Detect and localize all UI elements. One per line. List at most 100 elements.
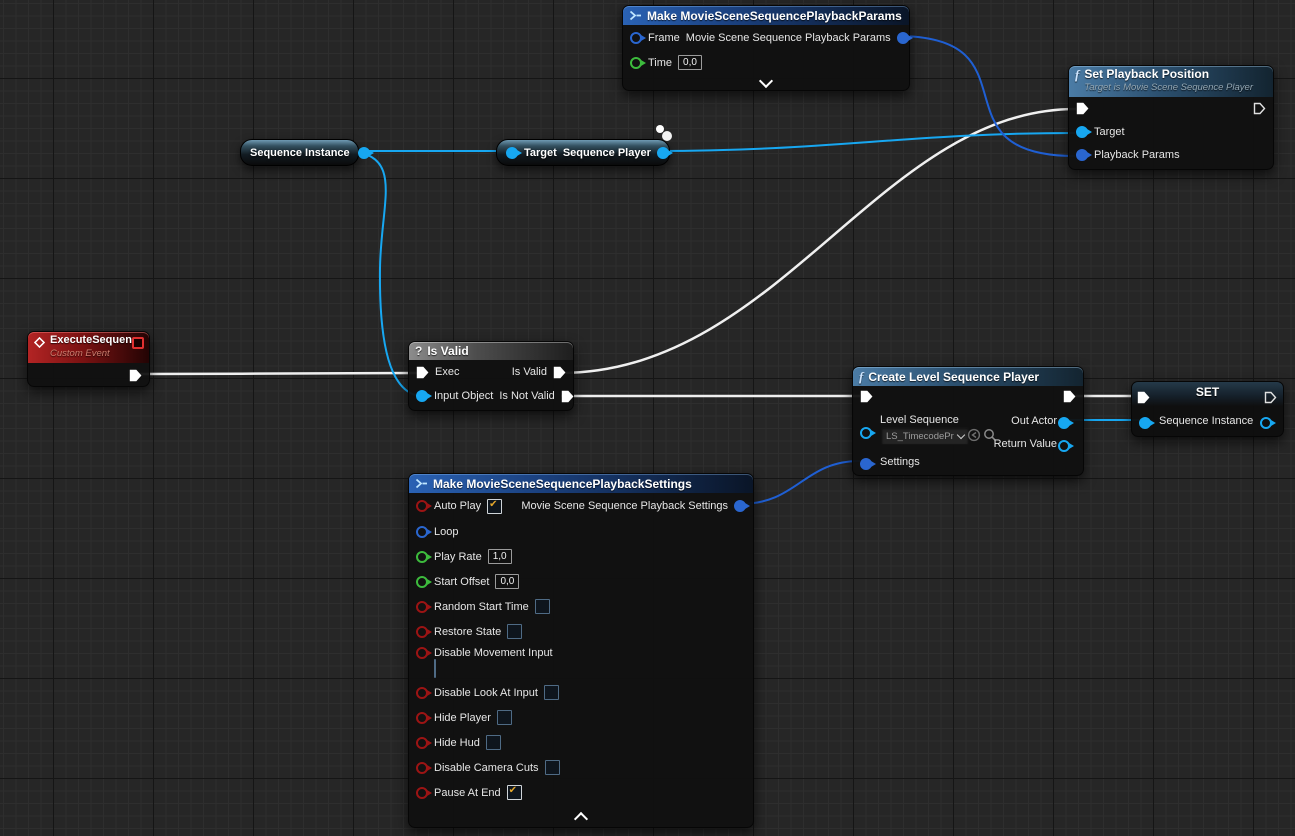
pin-exec-in[interactable] [1137,391,1150,404]
event-bind-icon[interactable] [132,337,144,349]
node-subtitle: Target is Movie Scene Sequence Player [1084,81,1253,94]
auto-play-checkbox[interactable] [487,499,502,514]
level-sequence-dropdown[interactable]: LS_TimecodePr [881,427,969,445]
pin-hide-hud-label: Hide Hud [434,737,480,749]
node-create-level-sequence-player[interactable]: f Create Level Sequence Player Level Seq… [852,366,1084,476]
pin-settings-label: Settings [880,456,920,468]
expand-node-button[interactable] [623,75,909,90]
function-icon: f [859,370,863,383]
node-header[interactable]: Make MovieSceneSequencePlaybackParams [623,6,909,25]
node-set-playback-position[interactable]: f Set Playback Position Target is Movie … [1068,65,1274,170]
pin-pause-at-end-label: Pause At End [434,787,501,799]
pin-is-not-valid-out[interactable] [561,390,574,403]
pin-disable-movement-input[interactable] [416,647,428,659]
node-header[interactable]: Make MovieSceneSequencePlaybackSettings [409,474,753,493]
pin-loop[interactable] [416,526,428,538]
pin-sequence-instance-out[interactable] [358,147,370,159]
pin-frame-label: Frame [648,32,680,44]
pin-hide-hud[interactable] [416,737,428,749]
level-sequence-value: LS_TimecodePr [886,431,954,442]
pin-exec-in[interactable] [416,366,429,379]
play-rate-input[interactable]: 1,0 [488,549,512,564]
node-title: Is Valid [427,344,468,358]
pin-level-sequence[interactable] [860,427,872,439]
node-header[interactable]: ? Is Valid [409,342,573,360]
node-set-sequence-instance[interactable]: SET Sequence Instance [1131,381,1284,437]
node-title: Make MovieSceneSequencePlaybackParams [647,9,902,23]
pin-pause-at-end[interactable] [416,787,428,799]
pin-out-actor[interactable] [1058,417,1070,429]
pin-random-start-time[interactable] [416,601,428,613]
restore-state-checkbox[interactable] [507,624,522,639]
pin-start-offset[interactable] [416,576,428,588]
pin-disable-camera-cuts[interactable] [416,762,428,774]
pin-disable-movement-input-label: Disable Movement Input [434,647,553,659]
pin-hide-player[interactable] [416,712,428,724]
pin-target[interactable] [1076,126,1088,138]
pin-settings[interactable] [860,458,872,470]
disable-look-at-input-checkbox[interactable] [544,685,559,700]
custom-event-icon [34,337,45,348]
node-execute-sequence-event[interactable]: ExecuteSequence Custom Event [27,331,150,387]
pin-exec-out[interactable] [1253,102,1266,115]
function-icon: f [1075,68,1079,81]
hide-hud-checkbox[interactable] [486,735,501,750]
hide-player-checkbox[interactable] [497,710,512,725]
wire-struct-playbacksettings[interactable] [740,461,860,504]
pin-settings-out[interactable] [734,500,746,512]
pin-play-rate-label: Play Rate [434,551,482,563]
use-selected-asset-icon[interactable] [967,428,981,442]
pin-settings-out-label: Movie Scene Sequence Playback Settings [521,500,728,512]
pin-out-label: Sequence Player [563,147,651,159]
pin-play-rate[interactable] [416,551,428,563]
disable-camera-cuts-checkbox[interactable] [545,760,560,775]
pin-restore-state[interactable] [416,626,428,638]
pin-input-object-label: Input Object [434,390,493,402]
wire-exec-executesequence-to-isvalid[interactable] [137,373,418,374]
node-header[interactable]: f Set Playback Position Target is Movie … [1069,66,1273,97]
pin-out-actor-label: Out Actor [1011,415,1057,427]
node-make-playback-settings[interactable]: Make MovieSceneSequencePlaybackSettings … [408,473,754,828]
pin-exec-in[interactable] [860,390,873,403]
pin-playback-params-out[interactable] [897,32,909,44]
pin-is-valid-out[interactable] [553,366,566,379]
disable-movement-input-checkbox[interactable] [434,659,436,678]
pin-is-not-valid-label: Is Not Valid [499,390,554,402]
pin-exec-out[interactable] [129,369,142,382]
pin-exec-out[interactable] [1063,390,1076,403]
pin-time[interactable] [630,57,642,69]
chevron-up-icon [574,811,588,825]
pin-frame[interactable] [630,32,642,44]
pin-value-out[interactable] [1260,417,1272,429]
pin-sequence-instance-label: Sequence Instance [1159,415,1253,427]
make-struct-icon [629,10,642,21]
pin-return-value-label: Return Value [994,438,1057,450]
node-header[interactable]: ExecuteSequence Custom Event [28,332,149,363]
make-struct-icon [415,478,428,489]
mouse-cursor [652,122,678,146]
collapse-node-button[interactable] [409,809,753,824]
pin-playback-params[interactable] [1076,149,1088,161]
node-get-sequence-player[interactable]: Target Sequence Player [496,139,670,166]
pin-return-value[interactable] [1058,440,1070,452]
blueprint-graph-canvas[interactable]: { "colors": { "exec_wire": "#f0f0f0", "o… [0,0,1295,836]
node-is-valid[interactable]: ? Is Valid Exec Is Valid Input Object Is… [408,341,574,411]
start-offset-input[interactable]: 0,0 [495,574,519,589]
pin-sequence-instance-in[interactable] [1139,417,1151,429]
pause-at-end-checkbox[interactable] [507,785,522,800]
pin-exec-in[interactable] [1076,102,1089,115]
pin-input-object[interactable] [416,390,428,402]
node-title: Create Level Sequence Player [868,370,1039,384]
time-value-input[interactable]: 0,0 [678,55,702,70]
pin-exec-out[interactable] [1264,391,1277,404]
node-header[interactable]: f Create Level Sequence Player [853,367,1083,386]
pin-target-in[interactable] [506,147,518,159]
pin-disable-look-at-input[interactable] [416,687,428,699]
random-start-time-checkbox[interactable] [535,599,550,614]
pin-random-start-time-label: Random Start Time [434,601,529,613]
node-get-sequence-instance[interactable]: Sequence Instance [240,139,359,166]
pin-sequence-player-out[interactable] [657,147,669,159]
node-make-playback-params[interactable]: Make MovieSceneSequencePlaybackParams Fr… [622,5,910,91]
pin-target-label: Target [524,147,557,159]
pin-auto-play[interactable] [416,500,428,512]
